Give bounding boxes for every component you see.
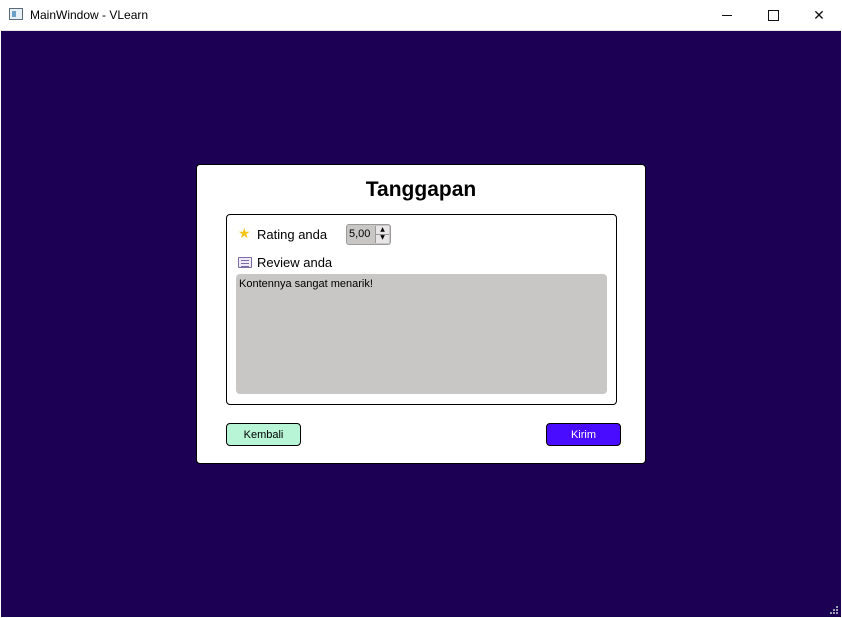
resize-grip[interactable] xyxy=(830,606,838,614)
rating-value[interactable]: 5,00 xyxy=(349,228,370,240)
minimize-icon xyxy=(722,15,732,16)
spinbox-buttons: ▲ ▼ xyxy=(375,226,389,243)
minimize-button[interactable] xyxy=(704,0,750,31)
main-window-client: Tanggapan ★ Rating anda 5,00 ▲ ▼ Review … xyxy=(1,31,841,617)
star-icon: ★ xyxy=(238,226,251,242)
review-label: Review anda xyxy=(257,255,333,270)
close-icon: ✕ xyxy=(813,7,825,24)
rating-label: Rating anda xyxy=(257,227,328,242)
spin-down-button[interactable]: ▼ xyxy=(376,234,389,242)
back-button[interactable]: Kembali xyxy=(226,423,301,446)
document-icon xyxy=(238,257,252,268)
window-title: MainWindow - VLearn xyxy=(30,8,149,22)
app-icon xyxy=(9,8,23,20)
window-titlebar[interactable]: MainWindow - VLearn ✕ xyxy=(0,0,842,31)
page-title: Tanggapan xyxy=(365,178,477,201)
feedback-group: ★ Rating anda 5,00 ▲ ▼ Review anda Konte… xyxy=(226,214,617,405)
feedback-card: Tanggapan ★ Rating anda 5,00 ▲ ▼ Review … xyxy=(196,164,646,464)
maximize-icon xyxy=(767,10,779,21)
rating-spinbox[interactable]: 5,00 ▲ ▼ xyxy=(346,224,391,245)
send-button[interactable]: Kirim xyxy=(546,423,621,446)
review-textarea[interactable]: Kontennya sangat menarik! xyxy=(236,274,607,394)
maximize-button[interactable] xyxy=(750,0,796,31)
close-button[interactable]: ✕ xyxy=(796,0,842,31)
